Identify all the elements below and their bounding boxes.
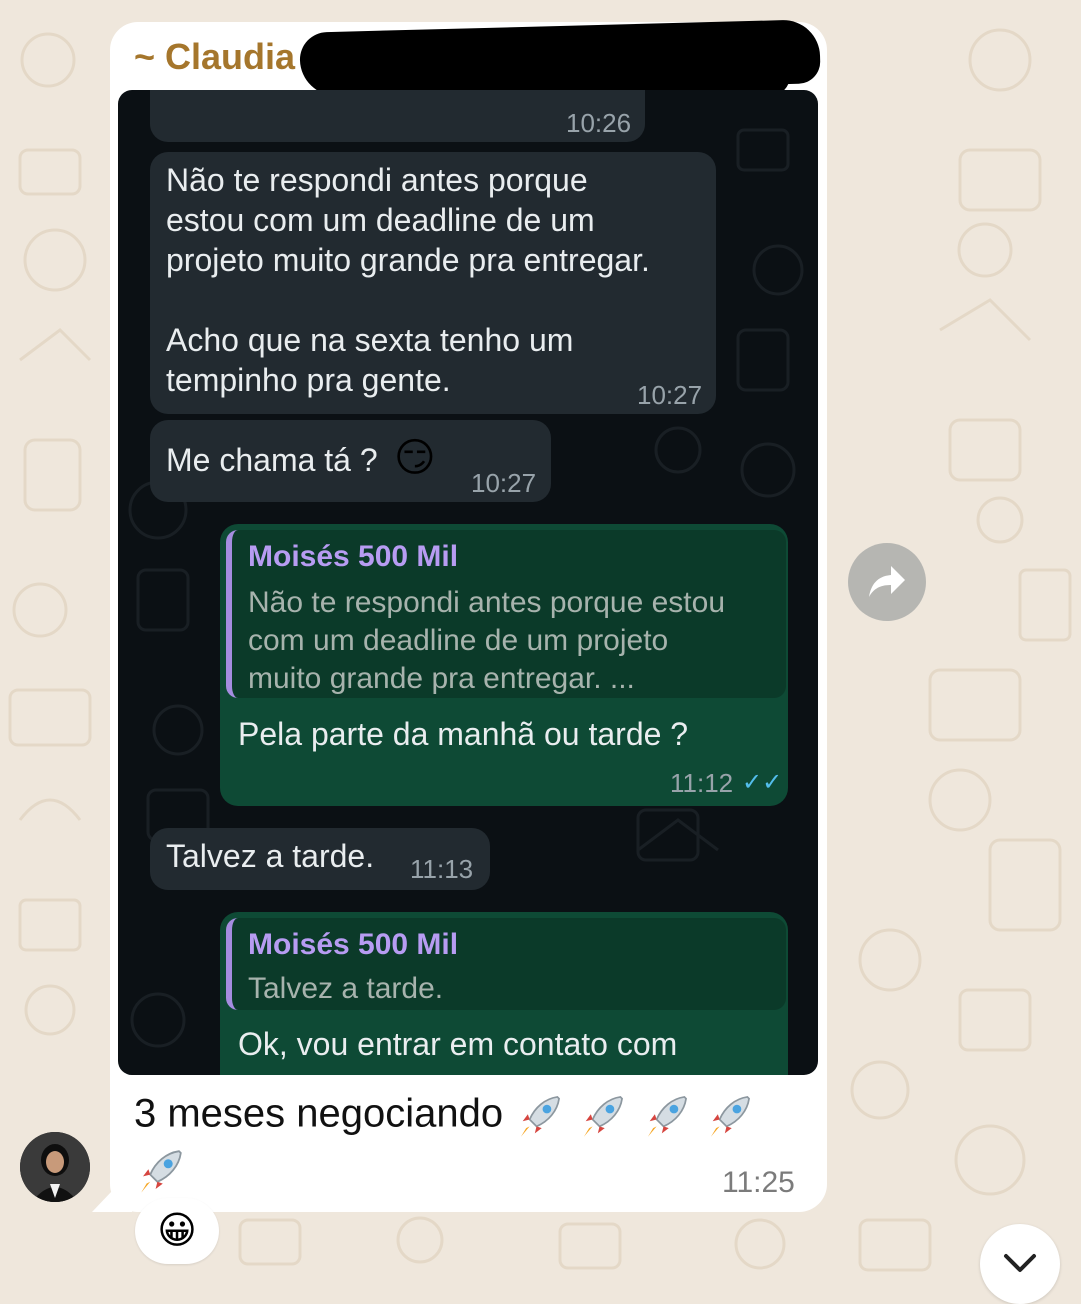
grinning-emoji: 😀: [157, 1210, 197, 1252]
message-caption: 3 meses negociando: [134, 1090, 756, 1142]
message-text: Não te respondi antes porque estou com u…: [166, 162, 650, 398]
message-text: Talvez a tarde.: [166, 838, 375, 874]
forward-button[interactable]: [848, 543, 926, 621]
attached-screenshot[interactable]: 10:26 Não te respondi antes porque estou…: [118, 90, 818, 1075]
quoted-author: Moisés 500 Mil: [248, 928, 459, 961]
message-time: 11:13: [410, 854, 474, 884]
message-time: 10:26: [566, 108, 632, 138]
quoted-author: Moisés 500 Mil: [248, 540, 459, 573]
message-time: 11:25: [722, 1166, 795, 1199]
caption-text: 3 meses negociando: [134, 1091, 504, 1136]
message-text: Me chama tá ?: [166, 442, 378, 478]
forward-arrow-icon: [869, 566, 905, 597]
rocket-emoji: [584, 1096, 624, 1137]
avatar[interactable]: [20, 1132, 90, 1202]
rocket-emoji: [647, 1096, 687, 1137]
quoted-text: Não te respondi antes porque estou com u…: [248, 586, 725, 695]
rocket-emoji: [521, 1096, 561, 1137]
message-time: 10:27: [471, 468, 537, 498]
smirk-emoji: 😏: [394, 436, 436, 480]
rocket-emoji: [141, 1150, 182, 1193]
read-ticks-icon: ✓✓: [742, 769, 783, 796]
avatar-image: [20, 1132, 90, 1202]
message-text: Pela parte da manhã ou tarde ?: [238, 716, 689, 752]
chevron-down-icon: [1004, 1254, 1036, 1272]
rocket-emoji: [710, 1096, 750, 1137]
message-text: Ok, vou entrar em contato com: [238, 1026, 678, 1062]
reaction-badge[interactable]: 😀: [135, 1198, 219, 1264]
message-time: 10:27: [637, 380, 703, 410]
quoted-text: Talvez a tarde.: [248, 972, 444, 1005]
scroll-down-button[interactable]: [980, 1224, 1060, 1304]
message-time: 11:12: [670, 768, 734, 798]
